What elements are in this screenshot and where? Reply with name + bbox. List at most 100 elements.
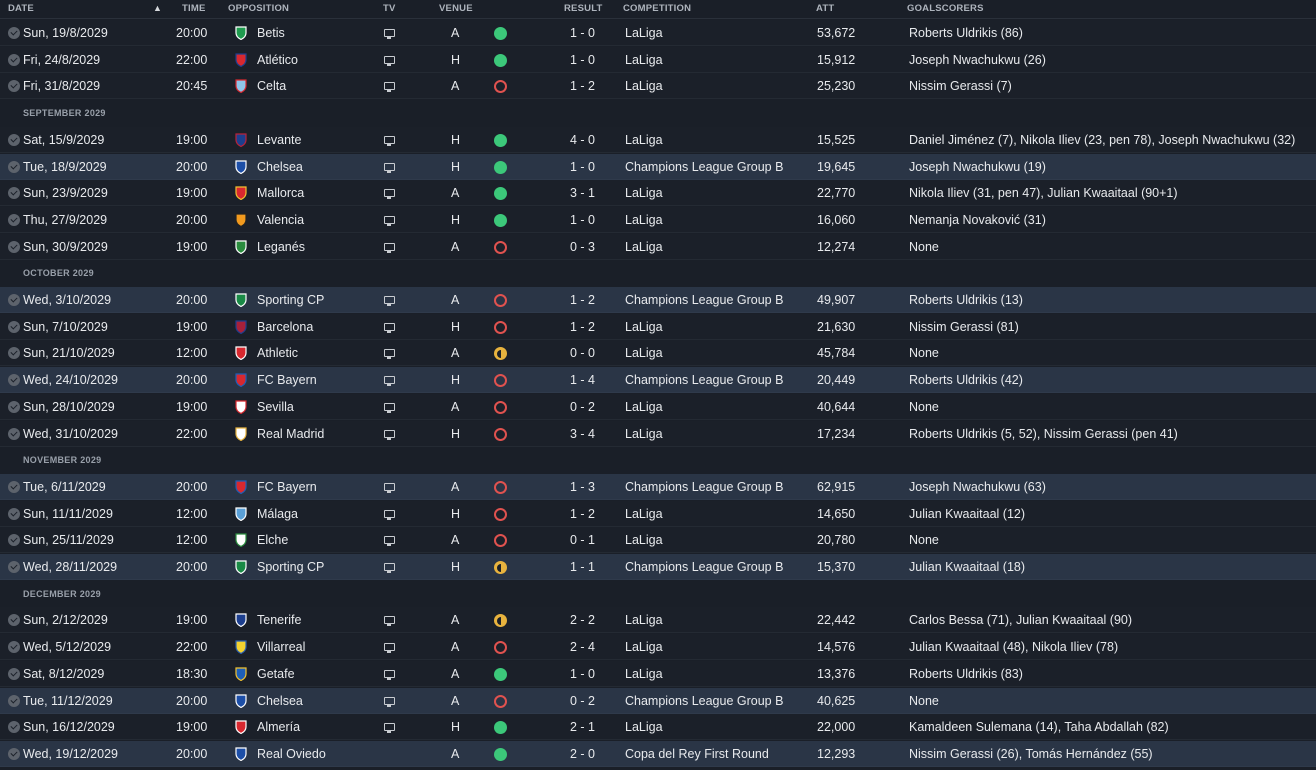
match-result[interactable]: 0 - 1 [570,533,595,547]
header-date[interactable]: DATE [8,3,34,14]
fixture-row[interactable]: Sat, 15/9/2029 19:00 Levante H 4 - 0 LaLiga 15… [0,127,1316,153]
competition-link[interactable]: LaLiga [625,133,663,147]
match-result[interactable]: 1 - 1 [570,560,595,574]
fixture-row[interactable]: Sun, 30/9/2029 19:00 Leganés A 0 - 3 LaLiga 12… [0,234,1316,260]
match-result[interactable]: 1 - 2 [570,79,595,93]
match-result[interactable]: 1 - 2 [570,320,595,334]
opposition-link[interactable]: Betis [257,26,285,40]
opposition-link[interactable]: Sporting CP [257,293,324,307]
header-goalscorers[interactable]: GOALSCORERS [907,3,984,14]
competition-link[interactable]: Champions League Group B [625,560,783,574]
competition-link[interactable]: LaLiga [625,186,663,200]
opposition-link[interactable]: Sevilla [257,400,294,414]
fixture-row[interactable]: Sun, 25/11/2029 12:00 Elche A 0 - 1 LaLiga 20,… [0,527,1316,553]
fixture-row[interactable]: Fri, 24/8/2029 22:00 Atlético H 1 - 0 LaLiga 1… [0,47,1316,73]
fixture-row[interactable]: Sun, 19/8/2029 20:00 Betis A 1 - 0 LaLiga 53,6… [0,20,1316,46]
fixture-row[interactable]: Sun, 23/9/2029 19:00 Mallorca A 3 - 1 LaLiga 2… [0,180,1316,206]
competition-link[interactable]: Copa del Rey First Round [625,747,769,761]
competition-link[interactable]: Champions League Group B [625,480,783,494]
match-result[interactable]: 3 - 1 [570,186,595,200]
opposition-link[interactable]: FC Bayern [257,373,317,387]
opposition-link[interactable]: Athletic [257,346,298,360]
sort-ascending-icon[interactable]: ▲ [153,3,162,13]
competition-link[interactable]: LaLiga [625,320,663,334]
fixture-row[interactable]: Wed, 31/10/2029 22:00 Real Madrid H 3 - 4 LaL… [0,421,1316,447]
competition-link[interactable]: LaLiga [625,720,663,734]
opposition-link[interactable]: Leganés [257,240,305,254]
competition-link[interactable]: LaLiga [625,640,663,654]
competition-link[interactable]: LaLiga [625,26,663,40]
opposition-link[interactable]: Real Madrid [257,427,324,441]
match-result[interactable]: 0 - 2 [570,694,595,708]
opposition-link[interactable]: Real Oviedo [257,747,326,761]
match-result[interactable]: 4 - 0 [570,133,595,147]
opposition-link[interactable]: Villarreal [257,640,305,654]
match-result[interactable]: 1 - 0 [570,213,595,227]
fixture-row[interactable]: Sun, 21/10/2029 12:00 Athletic A 0 - 0 LaLiga… [0,340,1316,366]
opposition-link[interactable]: Mallorca [257,186,304,200]
fixture-row[interactable]: Tue, 6/11/2029 20:00 FC Bayern A 1 - 3 Champi… [0,474,1316,500]
fixture-row[interactable]: Wed, 28/11/2029 20:00 Sporting CP H 1 - 1 Cha… [0,554,1316,580]
opposition-link[interactable]: Levante [257,133,301,147]
opposition-link[interactable]: Celta [257,79,286,93]
opposition-link[interactable]: FC Bayern [257,480,317,494]
header-tv[interactable]: TV [383,3,396,14]
header-att[interactable]: ATT [816,3,834,14]
competition-link[interactable]: LaLiga [625,213,663,227]
fixture-row[interactable]: Sat, 8/12/2029 18:30 Getafe A 1 - 0 LaLiga 13,… [0,661,1316,687]
opposition-link[interactable]: Málaga [257,507,298,521]
fixture-row[interactable]: Wed, 24/10/2029 20:00 FC Bayern H 1 - 4 Champ… [0,367,1316,393]
competition-link[interactable]: LaLiga [625,533,663,547]
competition-link[interactable]: LaLiga [625,346,663,360]
fixture-row[interactable]: Sun, 28/10/2029 19:00 Sevilla A 0 - 2 LaLiga 4… [0,394,1316,420]
competition-link[interactable]: Champions League Group B [625,373,783,387]
competition-link[interactable]: Champions League Group B [625,160,783,174]
header-opposition[interactable]: OPPOSITION [228,3,289,14]
match-result[interactable]: 1 - 3 [570,480,595,494]
competition-link[interactable]: LaLiga [625,79,663,93]
match-result[interactable]: 1 - 0 [570,667,595,681]
competition-link[interactable]: LaLiga [625,427,663,441]
competition-link[interactable]: LaLiga [625,400,663,414]
match-result[interactable]: 0 - 3 [570,240,595,254]
fixture-row[interactable]: Sun, 16/12/2029 19:00 Almería H 2 - 1 LaLiga 2… [0,714,1316,740]
header-competition[interactable]: COMPETITION [623,3,691,14]
fixture-row[interactable]: Sun, 2/12/2029 19:00 Tenerife A 2 - 2 LaLiga 2… [0,607,1316,633]
match-result[interactable]: 3 - 4 [570,427,595,441]
fixture-row[interactable]: Sun, 7/10/2029 19:00 Barcelona H 1 - 2 LaLiga… [0,314,1316,340]
match-result[interactable]: 0 - 0 [570,346,595,360]
match-result[interactable]: 1 - 0 [570,160,595,174]
competition-link[interactable]: Champions League Group B [625,293,783,307]
match-result[interactable]: 1 - 2 [570,293,595,307]
opposition-link[interactable]: Chelsea [257,694,303,708]
opposition-link[interactable]: Getafe [257,667,295,681]
opposition-link[interactable]: Barcelona [257,320,313,334]
competition-link[interactable]: Champions League Group B [625,694,783,708]
opposition-link[interactable]: Valencia [257,213,304,227]
competition-link[interactable]: LaLiga [625,613,663,627]
opposition-link[interactable]: Elche [257,533,288,547]
header-venue[interactable]: VENUE [439,3,473,14]
match-result[interactable]: 2 - 1 [570,720,595,734]
competition-link[interactable]: LaLiga [625,667,663,681]
match-result[interactable]: 2 - 0 [570,747,595,761]
fixture-row[interactable]: Wed, 3/10/2029 20:00 Sporting CP A 1 - 2 Cham… [0,287,1316,313]
fixture-row[interactable]: Tue, 11/12/2029 20:00 Chelsea A 0 - 2 Champio… [0,688,1316,714]
fixture-row[interactable]: Wed, 19/12/2029 20:00 Real Oviedo A 2 - 0 Cop… [0,741,1316,767]
opposition-link[interactable]: Sporting CP [257,560,324,574]
competition-link[interactable]: LaLiga [625,507,663,521]
fixture-row[interactable]: Fri, 31/8/2029 20:45 Celta A 1 - 2 LaLiga 25,2… [0,73,1316,99]
competition-link[interactable]: LaLiga [625,240,663,254]
match-result[interactable]: 2 - 4 [570,640,595,654]
header-result[interactable]: RESULT [564,3,603,14]
header-time[interactable]: TIME [182,3,206,14]
opposition-link[interactable]: Tenerife [257,613,301,627]
match-result[interactable]: 1 - 4 [570,373,595,387]
match-result[interactable]: 1 - 0 [570,53,595,67]
opposition-link[interactable]: Almería [257,720,300,734]
fixture-row[interactable]: Tue, 18/9/2029 20:00 Chelsea H 1 - 0 Champion… [0,154,1316,180]
match-result[interactable]: 1 - 2 [570,507,595,521]
match-result[interactable]: 0 - 2 [570,400,595,414]
match-result[interactable]: 2 - 2 [570,613,595,627]
match-result[interactable]: 1 - 0 [570,26,595,40]
